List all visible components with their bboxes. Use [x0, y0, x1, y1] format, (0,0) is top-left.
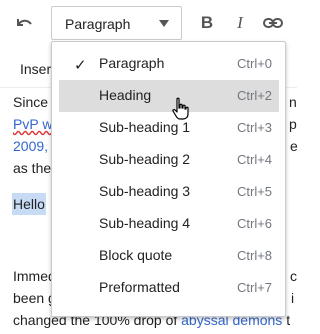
menu-item-label: Heading [99, 87, 152, 103]
format-dropdown[interactable]: Paragraph [51, 6, 182, 40]
italic-button[interactable]: I [228, 11, 252, 35]
link-button[interactable] [261, 11, 285, 35]
article-text-fragment: c [290, 268, 297, 284]
menu-item-shortcut: Ctrl+0 [237, 56, 273, 71]
menu-item-sub-heading-1[interactable]: Sub-heading 1 Ctrl+3 [59, 112, 279, 144]
article-link[interactable]: 2009, [13, 136, 48, 156]
article-text-line: as the [13, 160, 52, 176]
menu-item-block-quote[interactable]: Block quote Ctrl+8 [59, 240, 279, 272]
menu-item-shortcut: Ctrl+7 [237, 280, 273, 295]
undo-icon [17, 19, 32, 26]
menu-item-paragraph[interactable]: ✓ Paragraph Ctrl+0 [59, 48, 279, 80]
link-icon [263, 18, 283, 28]
article-text-fragment: e [290, 138, 298, 154]
menu-item-shortcut: Ctrl+6 [237, 216, 273, 231]
menu-item-label: Block quote [99, 247, 173, 263]
caret-down-icon [159, 20, 169, 27]
menu-item-heading[interactable]: Heading Ctrl+2 [59, 80, 279, 112]
menu-item-sub-heading-2[interactable]: Sub-heading 2 Ctrl+4 [59, 144, 279, 176]
article-text-fragment: i [291, 290, 295, 306]
menu-item-label: Sub-heading 1 [99, 119, 191, 135]
menu-item-preformatted[interactable]: Preformatted Ctrl+7 [59, 272, 279, 304]
menu-item-sub-heading-3[interactable]: Sub-heading 3 Ctrl+5 [59, 176, 279, 208]
menu-item-label: Paragraph [99, 55, 165, 71]
article-text-line: been g [13, 290, 56, 306]
checkmark-icon: ✓ [74, 57, 87, 74]
menu-item-label: Sub-heading 4 [99, 215, 191, 231]
menu-item-sub-heading-4[interactable]: Sub-heading 4 Ctrl+6 [59, 208, 279, 240]
article-text-line: Immed [13, 268, 56, 284]
article-text-fragment: p [289, 116, 297, 132]
menu-item-shortcut: Ctrl+2 [237, 88, 273, 103]
selected-text[interactable]: Hello [12, 193, 46, 215]
article-text-line: Since [13, 94, 49, 110]
undo-button[interactable] [12, 11, 36, 35]
menu-item-shortcut: Ctrl+3 [237, 120, 273, 135]
format-menu: ✓ Paragraph Ctrl+0 Heading Ctrl+2 Sub-he… [51, 41, 286, 317]
insert-menu[interactable]: Insert [20, 61, 55, 77]
hand-cursor-icon [172, 97, 189, 120]
menu-item-label: Sub-heading 3 [99, 183, 191, 199]
editor-toolbar: Paragraph B I [0, 0, 297, 46]
menu-item-shortcut: Ctrl+4 [237, 152, 273, 167]
bold-button[interactable]: B [195, 11, 219, 35]
article-text-fragment: n [289, 94, 297, 110]
menu-item-label: Preformatted [99, 279, 180, 295]
menu-item-shortcut: Ctrl+5 [237, 184, 273, 199]
menu-item-label: Sub-heading 2 [99, 151, 191, 167]
menu-item-shortcut: Ctrl+8 [237, 248, 273, 263]
article-link[interactable]: PvP w [13, 114, 52, 134]
format-dropdown-label: Paragraph [65, 16, 131, 32]
